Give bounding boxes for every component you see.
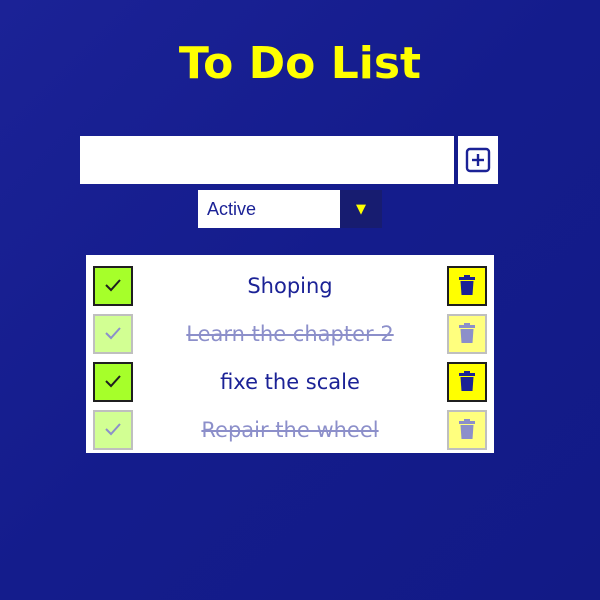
todo-input[interactable] bbox=[80, 136, 454, 184]
todo-item: Shoping bbox=[86, 262, 494, 310]
todo-text: fixe the scale bbox=[220, 370, 360, 394]
check-icon bbox=[104, 422, 122, 439]
delete-button[interactable] bbox=[447, 314, 487, 354]
complete-button[interactable] bbox=[93, 410, 133, 450]
trash-icon bbox=[459, 274, 475, 298]
todo-list: Shoping Learn the chapter 2 fixe the sca… bbox=[86, 255, 494, 453]
check-icon bbox=[104, 278, 122, 295]
check-icon bbox=[104, 326, 122, 343]
todo-text: Learn the chapter 2 bbox=[186, 322, 394, 346]
complete-button[interactable] bbox=[93, 314, 133, 354]
app-title: To Do List bbox=[178, 38, 422, 89]
check-icon bbox=[104, 374, 122, 391]
todo-item: fixe the scale bbox=[86, 358, 494, 406]
trash-icon bbox=[459, 370, 475, 394]
triangle-down-icon[interactable]: ▼ bbox=[340, 190, 382, 228]
trash-icon bbox=[459, 418, 475, 442]
delete-button[interactable] bbox=[447, 362, 487, 402]
add-todo-button[interactable] bbox=[458, 136, 498, 184]
delete-button[interactable] bbox=[447, 266, 487, 306]
plus-square-icon bbox=[465, 147, 491, 173]
todo-item: Repair the wheel bbox=[86, 406, 494, 454]
delete-button[interactable] bbox=[447, 410, 487, 450]
complete-button[interactable] bbox=[93, 362, 133, 402]
filter-selected-value[interactable]: Active bbox=[198, 190, 340, 228]
trash-icon bbox=[459, 322, 475, 346]
todo-item: Learn the chapter 2 bbox=[86, 310, 494, 358]
complete-button[interactable] bbox=[93, 266, 133, 306]
filter-select[interactable]: Active ▼ bbox=[198, 190, 382, 228]
todo-text: Shoping bbox=[247, 274, 333, 298]
todo-text: Repair the wheel bbox=[201, 418, 379, 442]
